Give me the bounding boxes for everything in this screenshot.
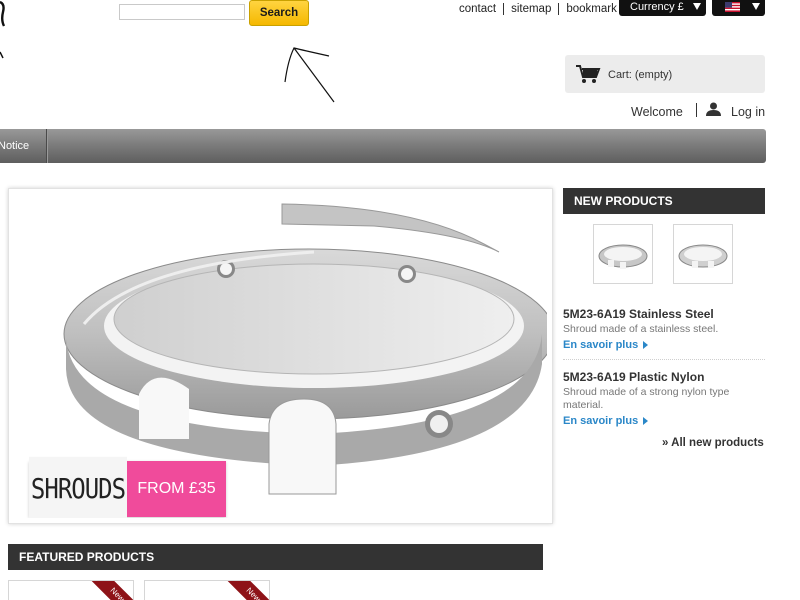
product-thumbnail[interactable] [593, 224, 653, 284]
read-more-label: En savoir plus [563, 339, 639, 351]
chevron-down-icon [693, 3, 701, 10]
featured-product-card[interactable]: New [8, 580, 134, 600]
new-ribbon: New [226, 581, 269, 600]
hero-banner[interactable]: SHROUDS FROM £35 [8, 188, 553, 524]
banner-brand-text: SHROUDS [29, 456, 127, 518]
login-link[interactable]: Log in [731, 105, 765, 119]
new-product-item: 5M23-6A19 Plastic Nylon Shroud made of a… [563, 370, 765, 427]
divider [563, 359, 765, 360]
us-flag-icon [725, 2, 740, 12]
featured-products-header: FEATURED PRODUCTS [8, 544, 543, 570]
sitemap-link[interactable]: sitemap [504, 2, 558, 16]
arrow-right-icon [643, 417, 649, 425]
currency-selector[interactable]: Currency £ [619, 0, 706, 16]
nav-item-notice[interactable]: Notice [0, 129, 47, 163]
search-input[interactable] [119, 4, 245, 20]
cart-summary[interactable]: Cart: (empty) [565, 55, 765, 93]
contact-link[interactable]: contact [452, 2, 503, 16]
read-more-link[interactable]: En savoir plus [563, 415, 649, 427]
shroud-thumbnail-image [678, 244, 728, 268]
arrow-right-icon [643, 341, 649, 349]
welcome-text: Welcome [631, 105, 683, 119]
product-description: Shroud made of a strong nylon type mater… [563, 386, 730, 411]
banner-image-area: SHROUDS FROM £35 [14, 194, 547, 518]
arrow-annotation [284, 47, 335, 103]
currency-label: Currency £ [630, 1, 684, 13]
banner-price-text: FROM £35 [127, 461, 226, 517]
product-description: Shroud made of a stainless steel. [563, 323, 719, 335]
new-product-item: 5M23-6A19 Stainless Steel Shroud made of… [563, 307, 765, 351]
banner-caption[interactable]: SHROUDS FROM £35 [29, 456, 226, 518]
main-nav: Notice [0, 129, 766, 163]
user-separator [696, 103, 697, 117]
cart-icon [576, 65, 601, 83]
product-thumbnail[interactable] [673, 224, 733, 284]
top-links: contact sitemap bookmark [452, 2, 624, 16]
language-selector[interactable] [712, 0, 765, 16]
read-more-link[interactable]: En savoir plus [563, 339, 649, 351]
new-products-header: NEW PRODUCTS [563, 188, 765, 214]
user-icon [706, 102, 721, 116]
product-name-link[interactable]: 5M23-6A19 Stainless Steel [563, 307, 765, 321]
cart-label: Cart: (empty) [608, 69, 673, 81]
search-button[interactable]: Search [249, 0, 309, 26]
chevron-down-icon [752, 3, 760, 10]
bookmark-link[interactable]: bookmark [559, 2, 624, 16]
shroud-thumbnail-image [598, 244, 648, 269]
featured-product-card[interactable]: New [144, 580, 270, 600]
read-more-label: En savoir plus [563, 415, 639, 427]
product-name-link[interactable]: 5M23-6A19 Plastic Nylon [563, 370, 765, 384]
logo-fragment [0, 0, 6, 59]
new-ribbon: New [90, 581, 133, 600]
all-new-products-link[interactable]: » All new products [662, 437, 764, 449]
